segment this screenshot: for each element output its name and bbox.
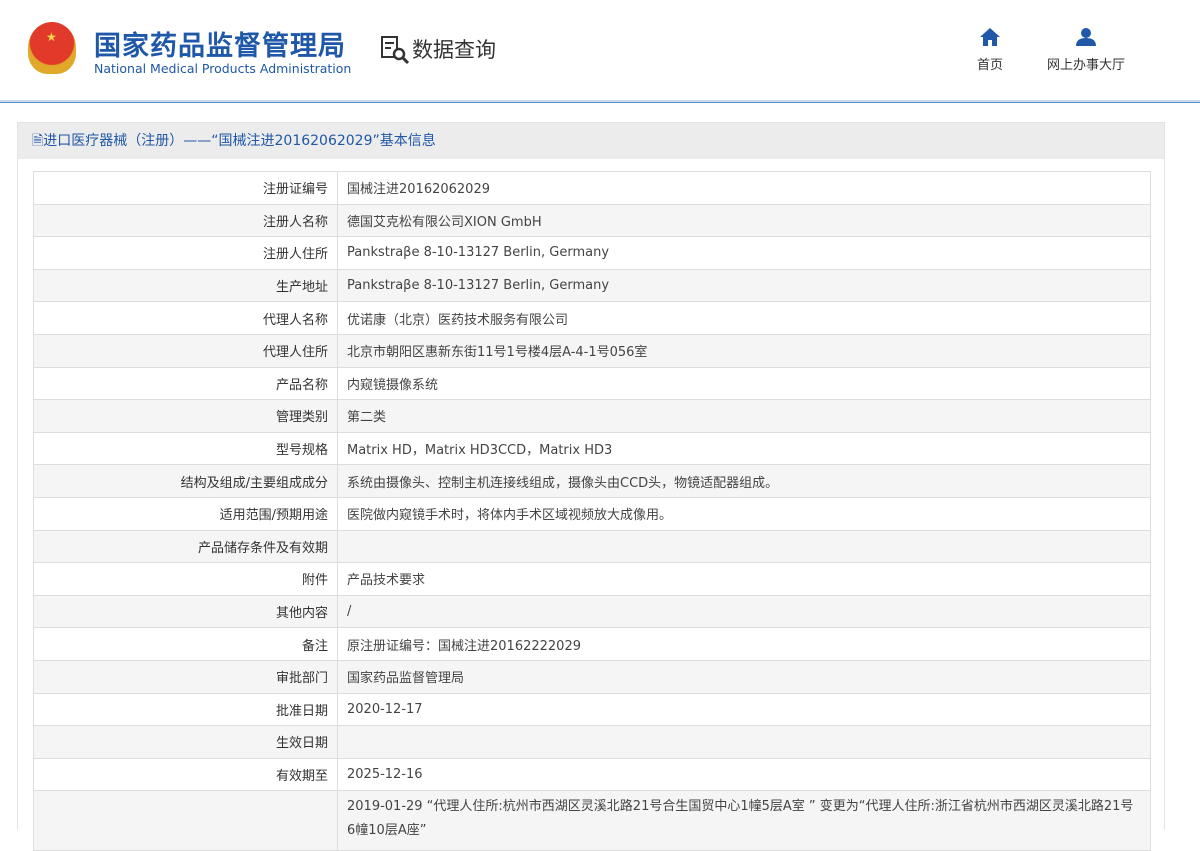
row-label: 有效期至 — [33, 757, 338, 792]
data-query-title: 数据查询 — [380, 34, 496, 64]
panel-title: 🗎进口医疗器械（注册）——“国械注进20162062029”基本信息 — [18, 123, 1164, 159]
row-value: 系统由摄像头、控制主机连接线组成，摄像头由CCD头，物镜适配器组成。 — [337, 464, 1151, 498]
row-value — [337, 725, 1151, 759]
table-row: 有效期至 2025-12-16 — [33, 757, 1151, 792]
row-value: 国械注进20162062029 — [337, 171, 1151, 205]
row-label: 注册人住所 — [33, 236, 338, 270]
nav-online-hall[interactable]: 网上办事大厅 — [1047, 28, 1125, 73]
row-value: 2019-01-29 “代理人住所:杭州市西湖区灵溪北路21号合生国贸中心1幢5… — [337, 790, 1151, 851]
detail-panel: 🗎进口医疗器械（注册）——“国械注进20162062029”基本信息 注册证编号… — [17, 122, 1165, 851]
table-row: 附件 产品技术要求 — [33, 562, 1151, 596]
national-emblem-logo: ★ — [28, 22, 76, 74]
nav-home-label: 首页 — [977, 58, 1004, 73]
nav-home[interactable]: 首页 — [977, 28, 1003, 73]
table-row: 型号规格 Matrix HD，Matrix HD3CCD，Matrix HD3 — [33, 431, 1151, 466]
row-label: 产品储存条件及有效期 — [33, 529, 338, 564]
brand-name-en: National Medical Products Administration — [94, 61, 352, 76]
table-row: 代理人住所 北京市朝阳区惠新东街11号1号楼4层A-4-1号056室 — [33, 333, 1151, 368]
brand-name-cn: 国家药品监督管理局 — [94, 31, 346, 62]
row-value: Pankstraβe 8-10-13127 Berlin, Germany — [337, 236, 1151, 270]
row-value: 第二类 — [337, 399, 1151, 433]
table-row: 注册人名称 德国艾克松有限公司XION GmbH — [33, 203, 1151, 238]
info-table: 注册证编号 国械注进20162062029 注册人名称 德国艾克松有限公司XION G… — [33, 171, 1151, 851]
table-row: 注册人住所 Pankstraβe 8-10-13127 Berlin, Germa… — [33, 236, 1151, 270]
row-label: 代理人名称 — [33, 301, 338, 335]
row-label: 注册证编号 — [33, 171, 338, 205]
row-value: 北京市朝阳区惠新东街11号1号楼4层A-4-1号056室 — [337, 333, 1151, 368]
table-row: 注册证编号 国械注进20162062029 — [33, 171, 1151, 205]
row-label: 型号规格 — [33, 431, 338, 466]
row-value: 原注册证编号：国械注进20162222029 — [337, 627, 1151, 661]
row-value: 产品技术要求 — [337, 562, 1151, 596]
user-icon — [1076, 28, 1096, 46]
table-row: 管理类别 第二类 — [33, 399, 1151, 433]
row-label: 结构及组成/主要组成成分 — [33, 464, 338, 498]
table-row: 产品储存条件及有效期 — [33, 529, 1151, 564]
table-row: 结构及组成/主要组成成分 系统由摄像头、控制主机连接线组成，摄像头由CCD头，物镜… — [33, 464, 1151, 498]
row-label: 适用范围/预期用途 — [33, 496, 338, 531]
table-row: 批准日期 2020-12-17 — [33, 692, 1151, 727]
row-value: 国家药品监督管理局 — [337, 659, 1151, 694]
document-search-icon — [381, 36, 410, 64]
row-label: 管理类别 — [33, 399, 338, 433]
table-row: 适用范围/预期用途 医院做内窥镜手术时，将体内手术区域视频放大成像用。 — [33, 496, 1151, 531]
site-header: ★ 国家药品监督管理局 National Medical Products Ad… — [0, 0, 1200, 103]
row-value: 内窥镜摄像系统 — [337, 366, 1151, 401]
row-value: Matrix HD，Matrix HD3CCD，Matrix HD3 — [337, 431, 1151, 466]
row-value: 2020-12-17 — [337, 692, 1151, 727]
section-label: 数据查询 — [412, 38, 496, 62]
table-row: 生产地址 Pankstraβe 8-10-13127 Berlin, German… — [33, 268, 1151, 303]
row-label: 其他内容 — [33, 594, 338, 629]
row-value: 医院做内窥镜手术时，将体内手术区域视频放大成像用。 — [337, 496, 1151, 531]
row-value — [337, 529, 1151, 564]
nav-online-hall-label: 网上办事大厅 — [1047, 58, 1126, 73]
row-label: 产品名称 — [33, 366, 338, 401]
row-label: 附件 — [33, 562, 338, 596]
row-label: 生效日期 — [33, 725, 338, 759]
row-label: 生产地址 — [33, 268, 338, 303]
table-row: 生效日期 — [33, 725, 1151, 759]
table-row: 2019-01-29 “代理人住所:杭州市西湖区灵溪北路21号合生国贸中心1幢5… — [33, 790, 1151, 851]
row-label — [33, 790, 338, 851]
table-row: 产品名称 内窥镜摄像系统 — [33, 366, 1151, 401]
table-row: 代理人名称 优诺康（北京）医药技术服务有限公司 — [33, 301, 1151, 335]
row-value: 2025-12-16 — [337, 757, 1151, 792]
table-row: 其他内容 / — [33, 594, 1151, 629]
row-label: 注册人名称 — [33, 203, 338, 238]
row-value: 优诺康（北京）医药技术服务有限公司 — [337, 301, 1151, 335]
row-label: 备注 — [33, 627, 338, 661]
document-icon: 🗎 — [32, 133, 44, 149]
row-value: / — [337, 594, 1151, 629]
home-icon — [980, 28, 1000, 46]
row-value: 德国艾克松有限公司XION GmbH — [337, 203, 1151, 238]
row-label: 代理人住所 — [33, 333, 338, 368]
row-value: Pankstraβe 8-10-13127 Berlin, Germany — [337, 268, 1151, 303]
row-label: 审批部门 — [33, 659, 338, 694]
row-label: 批准日期 — [33, 692, 338, 727]
panel-title-text: 进口医疗器械（注册）——“国械注进20162062029”基本信息 — [43, 133, 436, 149]
table-row: 审批部门 国家药品监督管理局 — [33, 659, 1151, 694]
table-row: 备注 原注册证编号：国械注进20162222029 — [33, 627, 1151, 661]
